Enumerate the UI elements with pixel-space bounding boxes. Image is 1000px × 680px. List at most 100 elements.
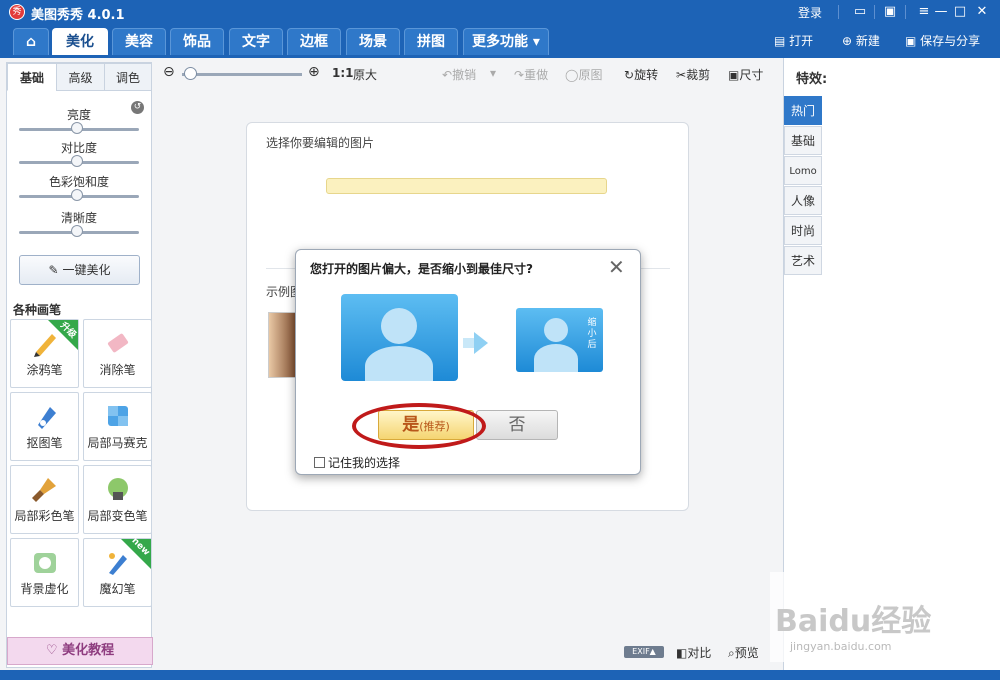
app-window: 秀 美图秀秀 4.0.1 登录 ▭ ▣ ≡ — □ ✕ ⌂ 美化 美容 饰品 文… — [0, 0, 1000, 680]
effect-tab-lomo[interactable]: Lomo — [784, 156, 822, 185]
compare-button[interactable]: ◧对比 — [676, 644, 711, 661]
subtab-color[interactable]: 调色 — [104, 63, 152, 91]
zoom-in-icon[interactable]: ⊕ — [308, 64, 320, 80]
pen-nib-icon — [38, 407, 56, 429]
subtab-advanced[interactable]: 高级 — [56, 63, 105, 91]
plus-icon: ⊕ — [842, 34, 853, 48]
slider-knob[interactable] — [71, 189, 83, 201]
one-key-beautify-button[interactable]: ✎ 一键美化 — [19, 255, 140, 285]
new-label: 新建 — [855, 34, 880, 48]
redo-button[interactable]: ↷重做 — [514, 66, 548, 83]
close-icon[interactable]: ✕ — [608, 257, 625, 277]
tab-more[interactable]: 更多功能 ▾ — [463, 28, 549, 55]
resize-button[interactable]: ▣尺寸 — [728, 66, 763, 83]
save-share-button[interactable]: ▣ 保存与分享 — [905, 32, 980, 49]
brush-magic[interactable]: new 魔幻笔 — [83, 536, 152, 607]
open-image-button[interactable] — [326, 178, 607, 194]
original-icon: ◯ — [565, 68, 579, 82]
login-link[interactable]: 登录 — [798, 4, 822, 21]
dialog-question: 您打开的图片偏大，是否缩小到最佳尺寸? — [310, 262, 533, 276]
new-button[interactable]: ⊕ 新建 — [842, 32, 880, 49]
preview-button[interactable]: ⌕预览 — [728, 644, 759, 661]
scissors-icon: ✂ — [676, 68, 687, 82]
tab-accessory[interactable]: 饰品 — [170, 28, 224, 55]
undo-button[interactable]: ↶撤销 — [442, 66, 476, 83]
slider-knob[interactable] — [71, 122, 83, 134]
left-panel: 基础 高级 调色 ↺ 亮度 对比度 色彩饱和度 清晰度 ✎ 一键美化 各种画笔 … — [6, 62, 153, 668]
eraser-icon — [107, 333, 129, 353]
brush-bg-blur[interactable]: 背景虚化 — [10, 538, 79, 607]
contrast-slider[interactable]: 对比度 — [19, 139, 139, 167]
effect-tab-art[interactable]: 艺术 — [784, 246, 822, 275]
saturation-slider[interactable]: 色彩饱和度 — [19, 173, 139, 201]
divider — [874, 5, 875, 19]
zoom-out-icon[interactable]: ⊖ — [163, 64, 175, 80]
folder-icon: ▤ — [774, 34, 786, 48]
effects-title: 特效: — [796, 72, 828, 87]
large-photo-illustration — [341, 294, 458, 381]
brush-recolor[interactable]: 局部变色笔 — [83, 465, 152, 534]
original-size-label[interactable]: 原大 — [353, 66, 377, 83]
redo-icon: ↷ — [514, 68, 525, 82]
tab-cosmetic[interactable]: 美容 — [112, 28, 166, 55]
remember-choice[interactable]: 记住我的选择 — [314, 454, 400, 471]
preview-icon: ⌕ — [728, 646, 735, 660]
zoom-knob[interactable] — [184, 67, 197, 80]
rotate-button[interactable]: ↻旋转 — [624, 66, 658, 83]
divider — [838, 5, 839, 19]
tutorial-button[interactable]: ♡ 美化教程 — [7, 637, 153, 665]
watermark-url: jingyan.baidu.com — [790, 640, 892, 653]
hand-icon: ♡ — [45, 643, 58, 658]
open-button[interactable]: ▤ 打开 — [774, 32, 813, 49]
skin-icon[interactable]: ▣ — [881, 3, 899, 21]
tab-frame[interactable]: 边框 — [287, 28, 341, 55]
remember-checkbox[interactable] — [314, 457, 325, 468]
home-icon[interactable]: ⌂ — [13, 28, 49, 55]
choose-image-label: 选择你要编辑的图片 — [266, 136, 375, 150]
title-bar: 秀 美图秀秀 4.0.1 登录 ▭ ▣ ≡ — □ ✕ — [0, 0, 1000, 24]
shrunk-tag: 缩小后 — [587, 318, 597, 350]
slider-knob[interactable] — [71, 155, 83, 167]
effect-tab-portrait[interactable]: 人像 — [784, 186, 822, 215]
effect-tab-fashion[interactable]: 时尚 — [784, 216, 822, 245]
resize-dialog: 您打开的图片偏大，是否缩小到最佳尺寸? ✕ 缩小后 是(推荐) 否 记住我的选择 — [295, 249, 641, 475]
effect-tab-basic[interactable]: 基础 — [784, 126, 822, 155]
minimize-icon[interactable]: — — [932, 3, 950, 21]
sharpness-slider[interactable]: 清晰度 — [19, 209, 139, 237]
brush-doodle[interactable]: 升级 涂鸦笔 — [10, 319, 79, 388]
effect-tab-popular[interactable]: 热门 — [784, 96, 822, 125]
exif-button[interactable]: EXIF▲ — [624, 646, 664, 658]
rotate-icon: ↻ — [624, 68, 635, 82]
highlight-ring — [352, 403, 486, 449]
divider — [905, 5, 906, 19]
brush-partial-color[interactable]: 局部彩色笔 — [10, 465, 79, 534]
compare-icon: ◧ — [676, 646, 688, 660]
brush-mosaic[interactable]: 局部马赛克 — [83, 392, 152, 461]
slider-knob[interactable] — [71, 225, 83, 237]
mosaic-icon — [108, 406, 128, 426]
brush-eraser[interactable]: 消除笔 — [83, 319, 152, 388]
brush-cutout[interactable]: 抠图笔 — [10, 392, 79, 461]
blur-icon — [34, 553, 56, 573]
example-thumbnail[interactable] — [268, 312, 298, 378]
brightness-slider[interactable]: 亮度 — [19, 106, 139, 134]
paintbrush-icon — [32, 478, 56, 502]
chat-icon[interactable]: ▭ — [851, 3, 869, 21]
tab-beautify[interactable]: 美化 — [52, 28, 108, 55]
bottom-bar: EXIF▲ ◧对比 ⌕预览 — [620, 642, 780, 662]
original-button[interactable]: ◯原图 — [565, 66, 602, 83]
no-button[interactable]: 否 — [476, 410, 558, 440]
menu-icon[interactable]: ≡ — [915, 3, 933, 21]
brushes-heading: 各种画笔 — [13, 303, 62, 317]
zoom-slider[interactable] — [182, 73, 302, 76]
tab-scene[interactable]: 场景 — [346, 28, 400, 55]
actual-size-button[interactable]: 1:1 — [332, 66, 354, 80]
subtab-basic[interactable]: 基础 — [7, 63, 57, 91]
main-nav: ⌂ 美化 美容 饰品 文字 边框 场景 拼图 更多功能 ▾ ▤ 打开 ⊕ 新建 … — [0, 24, 1000, 58]
close-icon[interactable]: ✕ — [973, 3, 991, 21]
crop-button[interactable]: ✂裁剪 — [676, 66, 710, 83]
maximize-icon[interactable]: □ — [951, 3, 969, 21]
tab-text[interactable]: 文字 — [229, 28, 283, 55]
undo-dropdown-icon[interactable]: ▾ — [490, 66, 496, 80]
tab-collage[interactable]: 拼图 — [404, 28, 458, 55]
